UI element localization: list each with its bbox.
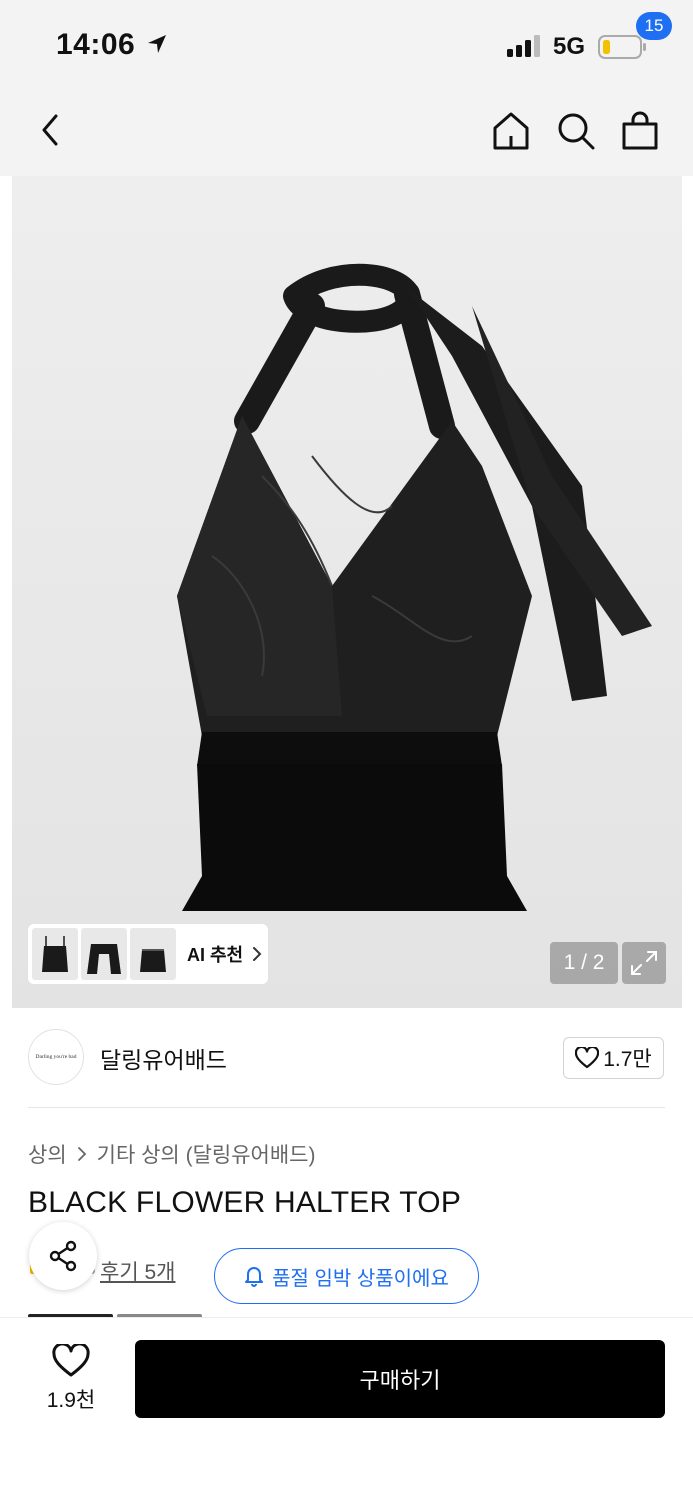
bell-icon [245, 1267, 264, 1287]
battery-icon [598, 35, 646, 59]
ai-thumb-3 [130, 928, 176, 980]
share-icon [49, 1240, 77, 1272]
ai-recommend-card[interactable]: AI 추천 [28, 924, 268, 984]
product-image-carousel[interactable]: AI 추천 1 / 2 [12, 176, 682, 1008]
home-icon[interactable] [490, 110, 532, 152]
brand-logo[interactable]: Darling you're bad [28, 1029, 84, 1085]
chevron-right-icon [77, 1147, 86, 1161]
back-chevron-icon[interactable] [36, 110, 66, 150]
image-pager: 1 / 2 [550, 942, 618, 984]
cellular-signal-icon [507, 35, 540, 57]
buy-button-label: 구매하기 [359, 1368, 441, 1393]
search-icon[interactable] [555, 110, 597, 152]
status-time: 14:06 [56, 28, 136, 61]
breadcrumb: 상의 기타 상의 (달링유어배드) [28, 1139, 316, 1169]
cart-count-badge: 15 [636, 12, 672, 40]
brand-name[interactable]: 달링유어배드 [100, 1041, 227, 1075]
ai-recommend-label: AI 추천 [187, 945, 244, 965]
breadcrumb-item-top[interactable]: 상의 [28, 1139, 67, 1169]
product-photo-halter-top [177, 263, 652, 911]
product-title: BLACK FLOWER HALTER TOP [28, 1186, 462, 1219]
breadcrumb-item-sub[interactable]: 기타 상의 (달링유어배드) [97, 1139, 316, 1169]
buy-button[interactable]: 구매하기 [135, 1340, 665, 1418]
brand-like-count: 1.7만 [603, 1048, 652, 1071]
status-bar: 14:06 5G [0, 0, 693, 92]
ai-thumb-2 [81, 928, 127, 980]
brand-like-button[interactable]: 1.7만 [563, 1037, 664, 1079]
heart-outline-icon [575, 1047, 600, 1069]
review-link[interactable]: 후기 5개 [100, 1256, 175, 1286]
network-type: 5G [553, 33, 586, 60]
share-button[interactable] [29, 1222, 97, 1290]
top-nav-bar [0, 92, 693, 176]
heart-outline-icon [52, 1342, 90, 1377]
ai-thumb-1 [32, 928, 78, 980]
brand-logo-text: Darling you're bad [35, 1054, 77, 1060]
expand-icon [631, 951, 657, 975]
chevron-right-icon [253, 947, 262, 961]
expand-image-button[interactable] [622, 942, 666, 984]
soldout-soon-label: 품절 임박 상품이에요 [272, 1267, 449, 1290]
bottom-like-count: 1.9천 [46, 1389, 96, 1412]
soldout-soon-notice[interactable]: 품절 임박 상품이에요 [214, 1248, 479, 1304]
location-arrow-icon [148, 35, 166, 53]
shopping-bag-icon[interactable] [620, 110, 660, 152]
divider [28, 1107, 665, 1108]
